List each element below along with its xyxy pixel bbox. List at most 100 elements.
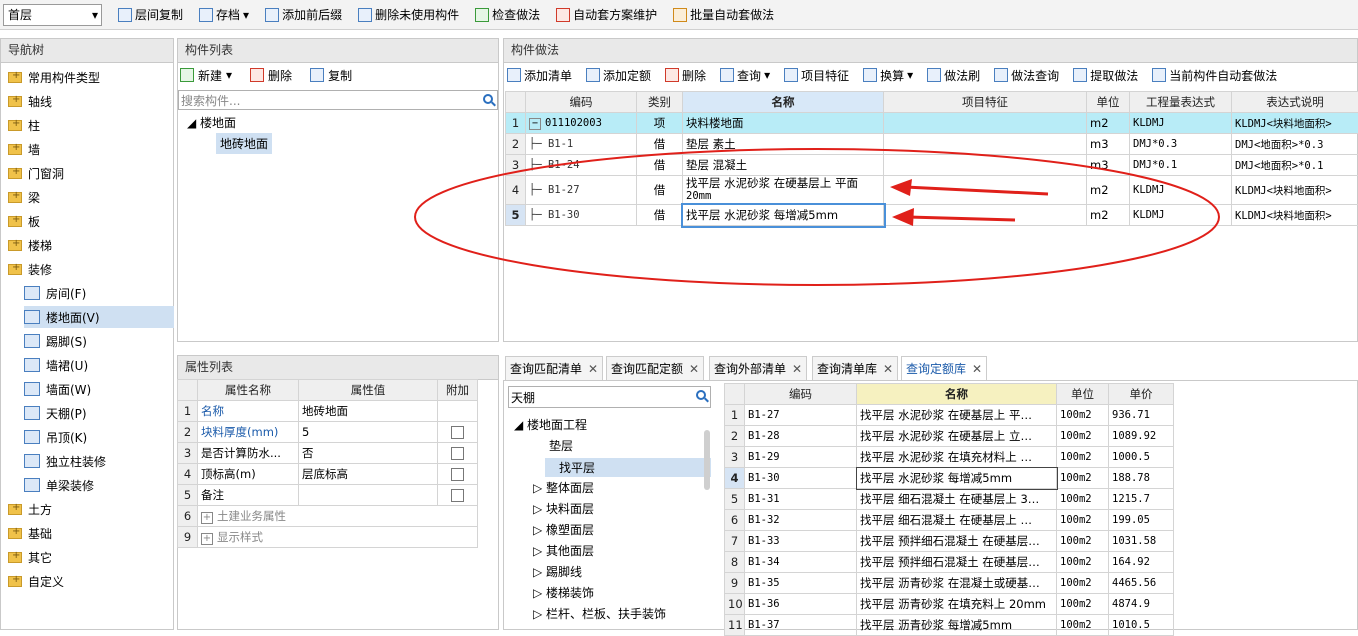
search-icon[interactable] <box>696 390 706 400</box>
quota-name-cell: 找平层 细石混凝土 在硬基层上 … <box>857 510 1057 531</box>
quota-name-cell: 找平层 水泥砂浆 在填充材料上 … <box>857 447 1057 468</box>
expand-triangle-icon[interactable]: ▷ <box>533 544 546 558</box>
close-icon[interactable]: ✕ <box>972 362 982 376</box>
quota-row[interactable]: 4B1-30找平层 水泥砂浆 每增减5mm100m2188.78 <box>725 468 1174 489</box>
close-icon[interactable]: ✕ <box>689 362 699 376</box>
quota-row-index: 1 <box>725 405 745 426</box>
quota-search-input[interactable]: 天棚 <box>508 386 711 408</box>
quota-unit-cell: 100m2 <box>1057 552 1109 573</box>
quota-price-cell: 4874.9 <box>1109 594 1174 615</box>
annotation-arrowhead-1 <box>890 179 912 196</box>
close-icon[interactable]: ✕ <box>883 362 893 376</box>
annotation-arrow-line-1 <box>905 187 1048 194</box>
quota-tree-label: 整体面层 <box>546 481 594 495</box>
quota-header[interactable]: 编码 <box>745 384 857 405</box>
quota-price-cell: 1031.58 <box>1109 531 1174 552</box>
close-icon[interactable]: ✕ <box>792 362 802 376</box>
quota-row-index: 6 <box>725 510 745 531</box>
quota-row[interactable]: 5B1-31找平层 细石混凝土 在硬基层上 3…100m21215.7 <box>725 489 1174 510</box>
quota-unit-cell: 100m2 <box>1057 405 1109 426</box>
annotation-arrow-line-2 <box>908 217 1015 220</box>
quota-unit-cell: 100m2 <box>1057 594 1109 615</box>
quota-row[interactable]: 9B1-35找平层 沥青砂浆 在混凝土或硬基…100m24465.56 <box>725 573 1174 594</box>
quota-tree-label: 踢脚线 <box>546 565 582 579</box>
quota-unit-cell: 100m2 <box>1057 531 1109 552</box>
quota-name-cell: 找平层 水泥砂浆 在硬基层上 平… <box>857 405 1057 426</box>
expand-triangle-icon[interactable]: ▷ <box>533 481 546 495</box>
query-tab[interactable]: 查询外部清单✕ <box>709 356 807 380</box>
quota-header[interactable]: 名称 <box>857 384 1057 405</box>
quota-tree-item[interactable]: 垫层 <box>549 437 573 454</box>
quota-price-cell: 1089.92 <box>1109 426 1174 447</box>
annotation-arrowhead-2 <box>892 208 914 226</box>
quota-header[interactable]: 单价 <box>1109 384 1174 405</box>
quota-code-cell: B1-27 <box>745 405 857 426</box>
quota-tree-item[interactable]: ▷ 踢脚线 <box>533 563 582 580</box>
quota-name-cell: 找平层 水泥砂浆 在硬基层上 立… <box>857 426 1057 447</box>
quota-row-index: 3 <box>725 447 745 468</box>
quota-name-cell: 找平层 预拌细石混凝土 在硬基层… <box>857 531 1057 552</box>
quota-price-cell: 164.92 <box>1109 552 1174 573</box>
quota-row[interactable]: 8B1-34找平层 预拌细石混凝土 在硬基层…100m2164.92 <box>725 552 1174 573</box>
quota-row[interactable]: 10B1-36找平层 沥青砂浆 在填充料上 20mm100m24874.9 <box>725 594 1174 615</box>
quota-name-cell: 找平层 沥青砂浆 在混凝土或硬基… <box>857 573 1057 594</box>
quota-tree-label: 栏杆、栏板、扶手装饰 <box>546 607 666 621</box>
quota-tree-label: 块料面层 <box>546 502 594 516</box>
quota-row[interactable]: 11B1-37找平层 沥青砂浆 每增减5mm100m21010.5 <box>725 615 1174 636</box>
expand-triangle-icon[interactable]: ▷ <box>533 565 546 579</box>
quota-header[interactable]: 单位 <box>1057 384 1109 405</box>
quota-tree-item[interactable]: 找平层 <box>545 458 711 477</box>
query-tab[interactable]: 查询清单库✕ <box>812 356 898 380</box>
quota-code-cell: B1-31 <box>745 489 857 510</box>
quota-price-cell: 1215.7 <box>1109 489 1174 510</box>
quota-code-cell: B1-37 <box>745 615 857 636</box>
quota-price-cell: 4465.56 <box>1109 573 1174 594</box>
quota-price-cell: 1000.5 <box>1109 447 1174 468</box>
query-tab[interactable]: 查询定额库 ✕ <box>901 356 987 380</box>
quota-tree-item[interactable]: ◢ 楼地面工程 <box>514 416 587 433</box>
tree-scrollbar[interactable] <box>704 430 710 490</box>
quota-header-index <box>725 384 745 405</box>
annotation-ellipse <box>415 149 1219 285</box>
quota-row-index: 9 <box>725 573 745 594</box>
quota-name-cell: 找平层 水泥砂浆 每增减5mm <box>857 468 1057 489</box>
quota-code-cell: B1-30 <box>745 468 857 489</box>
quota-row[interactable]: 2B1-28找平层 水泥砂浆 在硬基层上 立…100m21089.92 <box>725 426 1174 447</box>
quota-row-index: 4 <box>725 468 745 489</box>
quota-row[interactable]: 1B1-27找平层 水泥砂浆 在硬基层上 平…100m2936.71 <box>725 405 1174 426</box>
quota-tree-item[interactable]: ▷ 块料面层 <box>533 500 594 517</box>
quota-row-index: 2 <box>725 426 745 447</box>
quota-price-cell: 1010.5 <box>1109 615 1174 636</box>
quota-row-index: 8 <box>725 552 745 573</box>
quota-unit-cell: 100m2 <box>1057 510 1109 531</box>
quota-unit-cell: 100m2 <box>1057 573 1109 594</box>
quota-row[interactable]: 7B1-33找平层 预拌细石混凝土 在硬基层…100m21031.58 <box>725 531 1174 552</box>
quota-code-cell: B1-29 <box>745 447 857 468</box>
expand-triangle-icon[interactable]: ▷ <box>533 607 546 621</box>
close-icon[interactable]: ✕ <box>588 362 598 376</box>
quota-tree-label: 找平层 <box>559 461 595 475</box>
quota-tree-item[interactable]: ▷ 橡塑面层 <box>533 521 594 538</box>
expand-triangle-icon[interactable]: ▷ <box>533 586 546 600</box>
quota-row[interactable]: 3B1-29找平层 水泥砂浆 在填充材料上 …100m21000.5 <box>725 447 1174 468</box>
quota-unit-cell: 100m2 <box>1057 615 1109 636</box>
quota-price-cell: 199.05 <box>1109 510 1174 531</box>
quota-tree-item[interactable]: ▷ 整体面层 <box>533 479 594 496</box>
expand-triangle-icon[interactable]: ▷ <box>533 523 546 537</box>
quota-name-cell: 找平层 预拌细石混凝土 在硬基层… <box>857 552 1057 573</box>
expand-triangle-icon[interactable]: ▷ <box>533 502 546 516</box>
query-tab[interactable]: 查询匹配定额 ✕ <box>606 356 704 380</box>
query-tab-label: 查询定额库 <box>906 360 966 377</box>
quota-name-cell: 找平层 沥青砂浆 在填充料上 20mm <box>857 594 1057 615</box>
quota-tree-item[interactable]: ▷ 栏杆、栏板、扶手装饰 <box>533 605 666 622</box>
query-tab-label: 查询匹配定额 <box>611 360 683 377</box>
quota-row[interactable]: 6B1-32找平层 细石混凝土 在硬基层上 …100m2199.05 <box>725 510 1174 531</box>
quota-price-cell: 936.71 <box>1109 405 1174 426</box>
quota-tree-item[interactable]: ▷ 楼梯装饰 <box>533 584 594 601</box>
quota-table: 编码名称单位单价 1B1-27找平层 水泥砂浆 在硬基层上 平…100m2936… <box>724 383 1174 636</box>
query-tab-label: 查询匹配清单 <box>510 360 582 377</box>
query-tab[interactable]: 查询匹配清单 ✕ <box>505 356 603 380</box>
quota-row-index: 7 <box>725 531 745 552</box>
quota-tree-item[interactable]: ▷ 其他面层 <box>533 542 594 559</box>
quota-tree-label: 其他面层 <box>546 544 594 558</box>
